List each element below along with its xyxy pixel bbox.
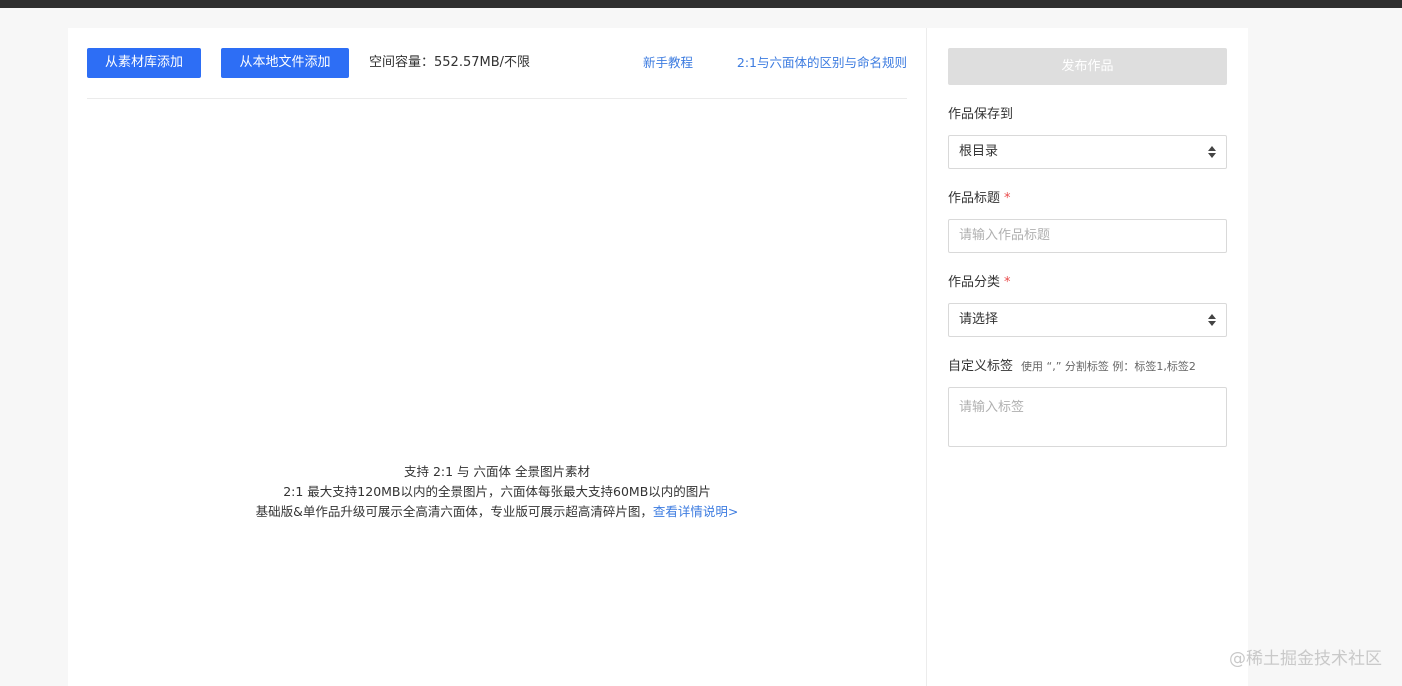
add-from-local-button[interactable]: 从本地文件添加 [221,48,349,78]
dropzone-instructions: 支持 2:1 与 六面体 全景图片素材 2:1 最大支持120MB以内的全景图片… [87,462,907,522]
tutorial-link[interactable]: 新手教程 [643,48,693,78]
version-info-line: 基础版&单作品升级可展示全高清六面体，专业版可展示超高清碎片图，查看详情说明> [87,502,907,522]
category-required-mark: * [1004,275,1011,290]
watermark: @稀土掘金技术社区 [1229,649,1382,669]
version-info-text: 基础版&单作品升级可展示全高清六面体，专业版可展示超高清碎片图， [255,504,653,519]
select-arrows-icon [1208,313,1216,327]
size-limit-text: 2:1 最大支持120MB以内的全景图片，六面体每张最大支持60MB以内的图片 [283,484,711,499]
title-placeholder: 请输入作品标题 [959,228,1051,243]
view-details-link[interactable]: 查看详情说明> [653,504,738,519]
category-label-row: 作品分类 * [948,274,1011,292]
publish-button[interactable]: 发布作品 [948,48,1227,85]
main-panel: 从素材库添加 从本地文件添加 空间容量：552.57MB/不限 新手教程 2:1… [68,28,927,686]
save-to-select[interactable]: 根目录 [948,135,1227,169]
tags-textarea[interactable]: 请输入标签 [948,387,1227,447]
save-to-label: 作品保存到 [948,107,1014,122]
storage-capacity: 空间容量：552.57MB/不限 [369,55,531,70]
select-arrows-icon [1208,145,1216,159]
upload-toolbar: 从素材库添加 从本地文件添加 空间容量：552.57MB/不限 新手教程 2:1… [87,48,907,99]
settings-sidebar: 发布作品 作品保存到 根目录 作品标题 * 请输入作品标题 作品分类 * 请选择 自… [948,28,1227,686]
top-bar [0,0,1402,8]
upload-page: 从素材库添加 从本地文件添加 空间容量：552.57MB/不限 新手教程 2:1… [68,28,1248,686]
title-label-row: 作品标题 * [948,190,1011,208]
category-label: 作品分类 [948,275,1001,290]
save-to-value: 根目录 [959,144,999,159]
category-value: 请选择 [959,312,999,327]
title-required-mark: * [1004,191,1011,206]
naming-rules-link[interactable]: 2:1与六面体的区别与命名规则 [737,48,907,78]
add-from-library-button[interactable]: 从素材库添加 [87,48,201,78]
upload-dropzone[interactable]: 支持 2:1 与 六面体 全景图片素材 2:1 最大支持120MB以内的全景图片… [87,100,907,686]
tags-hint: 使用 “,” 分割标签 例：标签1,标签2 [1021,360,1196,373]
tags-label: 自定义标签 [948,359,1014,374]
tags-placeholder: 请输入标签 [959,400,1025,415]
category-select[interactable]: 请选择 [948,303,1227,337]
support-format-text: 支持 2:1 与 六面体 全景图片素材 [403,464,590,479]
title-label: 作品标题 [948,191,1001,206]
tags-label-row: 自定义标签 使用 “,” 分割标签 例：标签1,标签2 [948,358,1196,376]
title-input[interactable]: 请输入作品标题 [948,219,1227,253]
